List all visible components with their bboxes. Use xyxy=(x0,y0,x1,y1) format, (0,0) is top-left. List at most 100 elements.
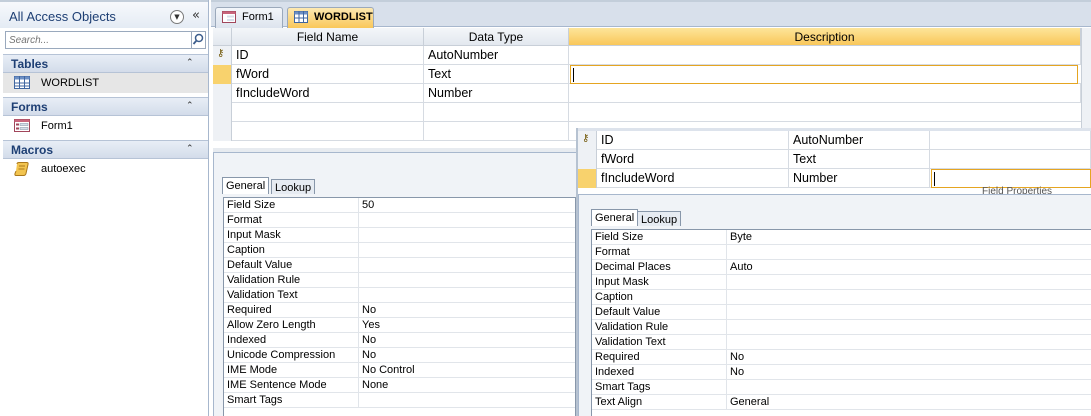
data-type-cell[interactable]: Number xyxy=(789,169,930,188)
property-row[interactable]: Caption xyxy=(592,290,1091,305)
nav-item-autoexec[interactable]: autoexec xyxy=(3,159,208,179)
property-value[interactable] xyxy=(726,335,1091,350)
data-type-cell[interactable] xyxy=(424,122,569,141)
property-row[interactable]: Text Align General xyxy=(592,395,1091,410)
property-row[interactable]: Field Size 50 xyxy=(224,198,575,213)
column-header-field-name[interactable]: Field Name xyxy=(232,28,424,46)
property-row[interactable]: Required No xyxy=(224,303,575,318)
collapse-icon[interactable]: ⌃ xyxy=(186,101,194,111)
property-value[interactable] xyxy=(726,275,1091,290)
property-row[interactable]: Required No xyxy=(592,350,1091,365)
field-name-cell[interactable]: ID xyxy=(597,131,789,150)
search-icon[interactable] xyxy=(192,31,206,49)
nav-item-wordlist[interactable]: WORDLIST xyxy=(3,73,208,93)
nav-title[interactable]: All Access Objects xyxy=(9,9,116,24)
row-selector[interactable] xyxy=(213,65,232,84)
description-cell[interactable] xyxy=(569,84,1081,103)
table-row[interactable]: fWord Text xyxy=(213,65,1081,84)
property-value[interactable] xyxy=(358,273,575,288)
tab-form1[interactable]: Form1 xyxy=(215,7,283,28)
property-row[interactable]: Allow Zero Length Yes xyxy=(224,318,575,333)
property-value[interactable] xyxy=(358,228,575,243)
property-value[interactable]: No xyxy=(726,350,1091,365)
property-row[interactable]: Validation Rule xyxy=(224,273,575,288)
description-cell[interactable] xyxy=(930,150,1091,169)
description-cell[interactable] xyxy=(930,131,1091,150)
nav-header[interactable]: All Access Objects ▼ « xyxy=(0,0,208,28)
field-name-cell[interactable]: fWord xyxy=(597,150,789,169)
property-row[interactable]: Validation Rule xyxy=(592,320,1091,335)
search-input[interactable] xyxy=(5,31,192,49)
row-selector[interactable]: ⚷ xyxy=(213,46,232,65)
field-name-cell[interactable]: fWord xyxy=(232,65,424,84)
collapse-icon[interactable]: ⌃ xyxy=(186,144,194,154)
tab-general[interactable]: General xyxy=(591,209,639,226)
property-row[interactable]: Smart Tags xyxy=(592,380,1091,395)
property-value[interactable] xyxy=(358,243,575,258)
data-type-cell[interactable]: Number xyxy=(424,84,569,103)
property-value[interactable] xyxy=(726,305,1091,320)
property-row[interactable]: Caption xyxy=(224,243,575,258)
property-value[interactable] xyxy=(726,320,1091,335)
row-selector-header[interactable] xyxy=(213,28,232,46)
collapse-icon[interactable]: ⌃ xyxy=(186,58,194,68)
data-type-cell[interactable]: AutoNumber xyxy=(789,131,930,150)
property-row[interactable]: Validation Text xyxy=(224,288,575,303)
column-header-description[interactable]: Description xyxy=(569,28,1081,46)
nav-item-form1[interactable]: Form1 xyxy=(3,116,208,136)
property-row[interactable]: Smart Tags xyxy=(224,393,575,408)
property-value[interactable]: No xyxy=(726,365,1091,380)
property-value[interactable] xyxy=(726,290,1091,305)
field-name-cell[interactable]: ID xyxy=(232,46,424,65)
property-value[interactable]: No xyxy=(358,303,575,318)
tab-lookup[interactable]: Lookup xyxy=(271,179,316,194)
data-type-cell[interactable]: Text xyxy=(789,150,930,169)
description-cell[interactable] xyxy=(569,46,1081,65)
property-row[interactable]: Default Value xyxy=(224,258,575,273)
group-macros[interactable]: Macros ⌃ xyxy=(3,140,208,159)
data-type-cell[interactable] xyxy=(424,103,569,122)
row-selector[interactable] xyxy=(213,103,232,122)
row-selector[interactable] xyxy=(578,150,597,169)
property-row[interactable]: Indexed No xyxy=(224,333,575,348)
row-selector[interactable] xyxy=(213,122,232,141)
property-value[interactable]: No xyxy=(358,333,575,348)
property-value[interactable]: Auto xyxy=(726,260,1091,275)
property-value[interactable]: No Control xyxy=(358,363,575,378)
property-row[interactable]: Decimal Places Auto xyxy=(592,260,1091,275)
property-row[interactable]: Field Size Byte xyxy=(592,230,1091,245)
property-value[interactable] xyxy=(358,393,575,408)
table-row[interactable] xyxy=(213,103,1081,122)
property-value[interactable] xyxy=(726,245,1091,260)
group-tables[interactable]: Tables ⌃ xyxy=(3,54,208,73)
property-value[interactable] xyxy=(726,380,1091,395)
property-row[interactable]: Format xyxy=(224,213,575,228)
collapse-pane-icon[interactable]: « xyxy=(192,8,200,23)
field-name-cell[interactable] xyxy=(232,122,424,141)
property-row[interactable]: Input Mask xyxy=(224,228,575,243)
field-name-cell[interactable] xyxy=(232,103,424,122)
property-row[interactable]: Format xyxy=(592,245,1091,260)
tab-lookup[interactable]: Lookup xyxy=(637,211,682,226)
property-row[interactable]: Indexed No xyxy=(592,365,1091,380)
property-value[interactable]: Byte xyxy=(726,230,1091,245)
property-value[interactable] xyxy=(358,258,575,273)
property-row[interactable]: Default Value xyxy=(592,305,1091,320)
table-row[interactable]: fWord Text xyxy=(578,150,1091,169)
field-name-cell[interactable]: fIncludeWord xyxy=(597,169,789,188)
tab-wordlist[interactable]: WORDLIST xyxy=(287,7,374,28)
row-selector[interactable] xyxy=(578,169,597,188)
chevron-down-icon[interactable]: ▼ xyxy=(170,10,184,24)
property-value[interactable]: Yes xyxy=(358,318,575,333)
field-name-cell[interactable]: fIncludeWord xyxy=(232,84,424,103)
group-forms[interactable]: Forms ⌃ xyxy=(3,97,208,116)
property-value[interactable]: 50 xyxy=(358,198,575,213)
property-row[interactable]: IME Sentence Mode None xyxy=(224,378,575,393)
data-type-cell[interactable]: Text xyxy=(424,65,569,84)
property-row[interactable]: IME Mode No Control xyxy=(224,363,575,378)
property-value[interactable] xyxy=(358,288,575,303)
table-row[interactable]: fIncludeWord Number xyxy=(213,84,1081,103)
row-selector[interactable] xyxy=(213,84,232,103)
property-value[interactable]: No xyxy=(358,348,575,363)
property-row[interactable]: Unicode Compression No xyxy=(224,348,575,363)
